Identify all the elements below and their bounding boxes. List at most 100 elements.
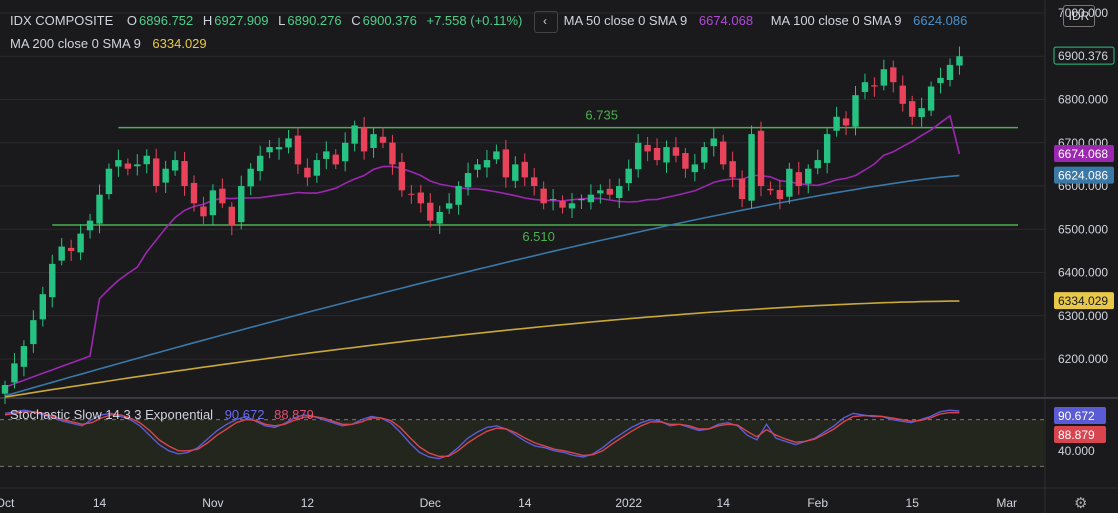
candle-body (275, 147, 283, 150)
candle-body (294, 135, 302, 165)
level-label: 6.510 (522, 229, 555, 244)
candle-body (408, 193, 415, 195)
candle-body (540, 188, 547, 204)
stochastic-d-tag: 88.879 (1058, 428, 1095, 442)
time-tick-label: 14 (93, 496, 107, 510)
time-tick-label: 12 (301, 496, 315, 510)
candle-body (625, 168, 632, 184)
ma50-value: 6674.068 (698, 13, 754, 29)
candle-body (653, 147, 661, 161)
price-tick-label: 6500.000 (1058, 222, 1108, 236)
candle-body (351, 125, 358, 144)
ma100-line (4, 174, 960, 397)
ma50-price-tag: 6674.068 (1058, 147, 1108, 161)
candle-body (672, 147, 680, 156)
candle-body (493, 151, 500, 160)
candle-body (927, 86, 935, 111)
price-tick-label: 6300.000 (1058, 309, 1108, 323)
candle-body (776, 189, 784, 199)
high-value: 6927.909 (214, 13, 269, 29)
candle-body (738, 178, 746, 199)
candle-body (634, 142, 642, 170)
candle-body (823, 134, 831, 163)
candle-body (512, 164, 519, 181)
time-tick-label: Dec (420, 496, 441, 510)
candle-body (313, 160, 321, 176)
stochastic-k-tag: 90.672 (1058, 409, 1095, 423)
candle-body (143, 155, 150, 165)
candle-body (606, 188, 613, 195)
symbol-name: IDX COMPOSITE (10, 13, 114, 29)
time-tick-label: 14 (717, 496, 731, 510)
price-tick-label: 6800.000 (1058, 93, 1108, 107)
candle-body (228, 206, 235, 225)
candle-body (398, 161, 406, 191)
price-axis[interactable]: 7000.0006900.0006800.0006700.0006600.000… (1053, 6, 1115, 366)
candle-body (20, 346, 28, 367)
candle-body (200, 206, 207, 217)
time-tick-label: Nov (202, 496, 223, 510)
ma100-label: MA 100 close 0 SMA 9 (770, 13, 902, 29)
candle-body (285, 138, 292, 148)
price-chart[interactable]: 6.735 6.510 7000.0006900.0006800.0006700.… (0, 0, 1118, 513)
candle-body (1, 385, 9, 394)
time-tick-label: 14 (518, 496, 532, 510)
candle-body (190, 182, 198, 204)
candle-body (77, 233, 84, 253)
candle-body (767, 188, 774, 191)
candle-body (86, 220, 94, 231)
candle-body (105, 168, 113, 195)
candle-body (833, 116, 840, 131)
candle-body (162, 168, 169, 183)
candle-body (946, 64, 954, 81)
candle-body (266, 147, 273, 153)
candle-body (956, 56, 963, 66)
candle-body (691, 164, 699, 173)
candle-body (124, 163, 132, 169)
open-label: O (126, 13, 138, 29)
candle-body (30, 320, 37, 345)
candle-body (11, 363, 18, 383)
time-tick-label: 2022 (615, 496, 642, 510)
time-axis[interactable]: Oct 14 Nov 12 Dec 14 2022 14 Feb 15 Mar (0, 496, 1017, 510)
low-label: L (278, 13, 286, 29)
candle-body (729, 161, 736, 178)
candle-body (370, 134, 377, 148)
currency-button[interactable]: IDR (1063, 5, 1095, 27)
close-label: C (351, 13, 361, 29)
candle-body (49, 263, 56, 298)
candle-body (720, 141, 727, 165)
candle-body (256, 155, 264, 172)
open-value: 6896.752 (139, 13, 194, 29)
high-label: H (202, 13, 213, 29)
stochastic-k-value: 90.672 (224, 407, 265, 422)
candle-body (304, 167, 311, 178)
candle-body (805, 168, 812, 184)
candle-body (578, 199, 585, 201)
candle-body (587, 194, 595, 203)
last-price-tag: 6900.376 (1058, 49, 1108, 63)
candle-body (757, 130, 765, 187)
gear-icon[interactable]: ⚙ (1074, 494, 1087, 512)
candle-body (568, 203, 576, 209)
candle-body (890, 67, 897, 83)
candle-body (474, 164, 481, 170)
close-value: 6900.376 (362, 13, 417, 29)
candle-body (171, 160, 179, 171)
candle-body (134, 164, 141, 167)
candle-body (852, 95, 859, 127)
candle-body (616, 186, 623, 199)
candle-body (521, 161, 528, 178)
candle-body (871, 85, 878, 87)
price-tick-label: 6200.000 (1058, 352, 1108, 366)
candle-body (445, 203, 453, 209)
collapse-legend-button[interactable]: ‹ (534, 11, 559, 33)
candle-body (379, 136, 387, 143)
ma50-label: MA 50 close 0 SMA 9 (563, 13, 688, 29)
candle-body (417, 192, 424, 204)
time-tick-label: Mar (996, 496, 1017, 510)
candle-body (597, 190, 604, 194)
candle-body (559, 200, 566, 208)
candle-body (663, 147, 670, 163)
stochastic-label: Stochastic Slow 14 3 3 Exponential (10, 407, 214, 422)
